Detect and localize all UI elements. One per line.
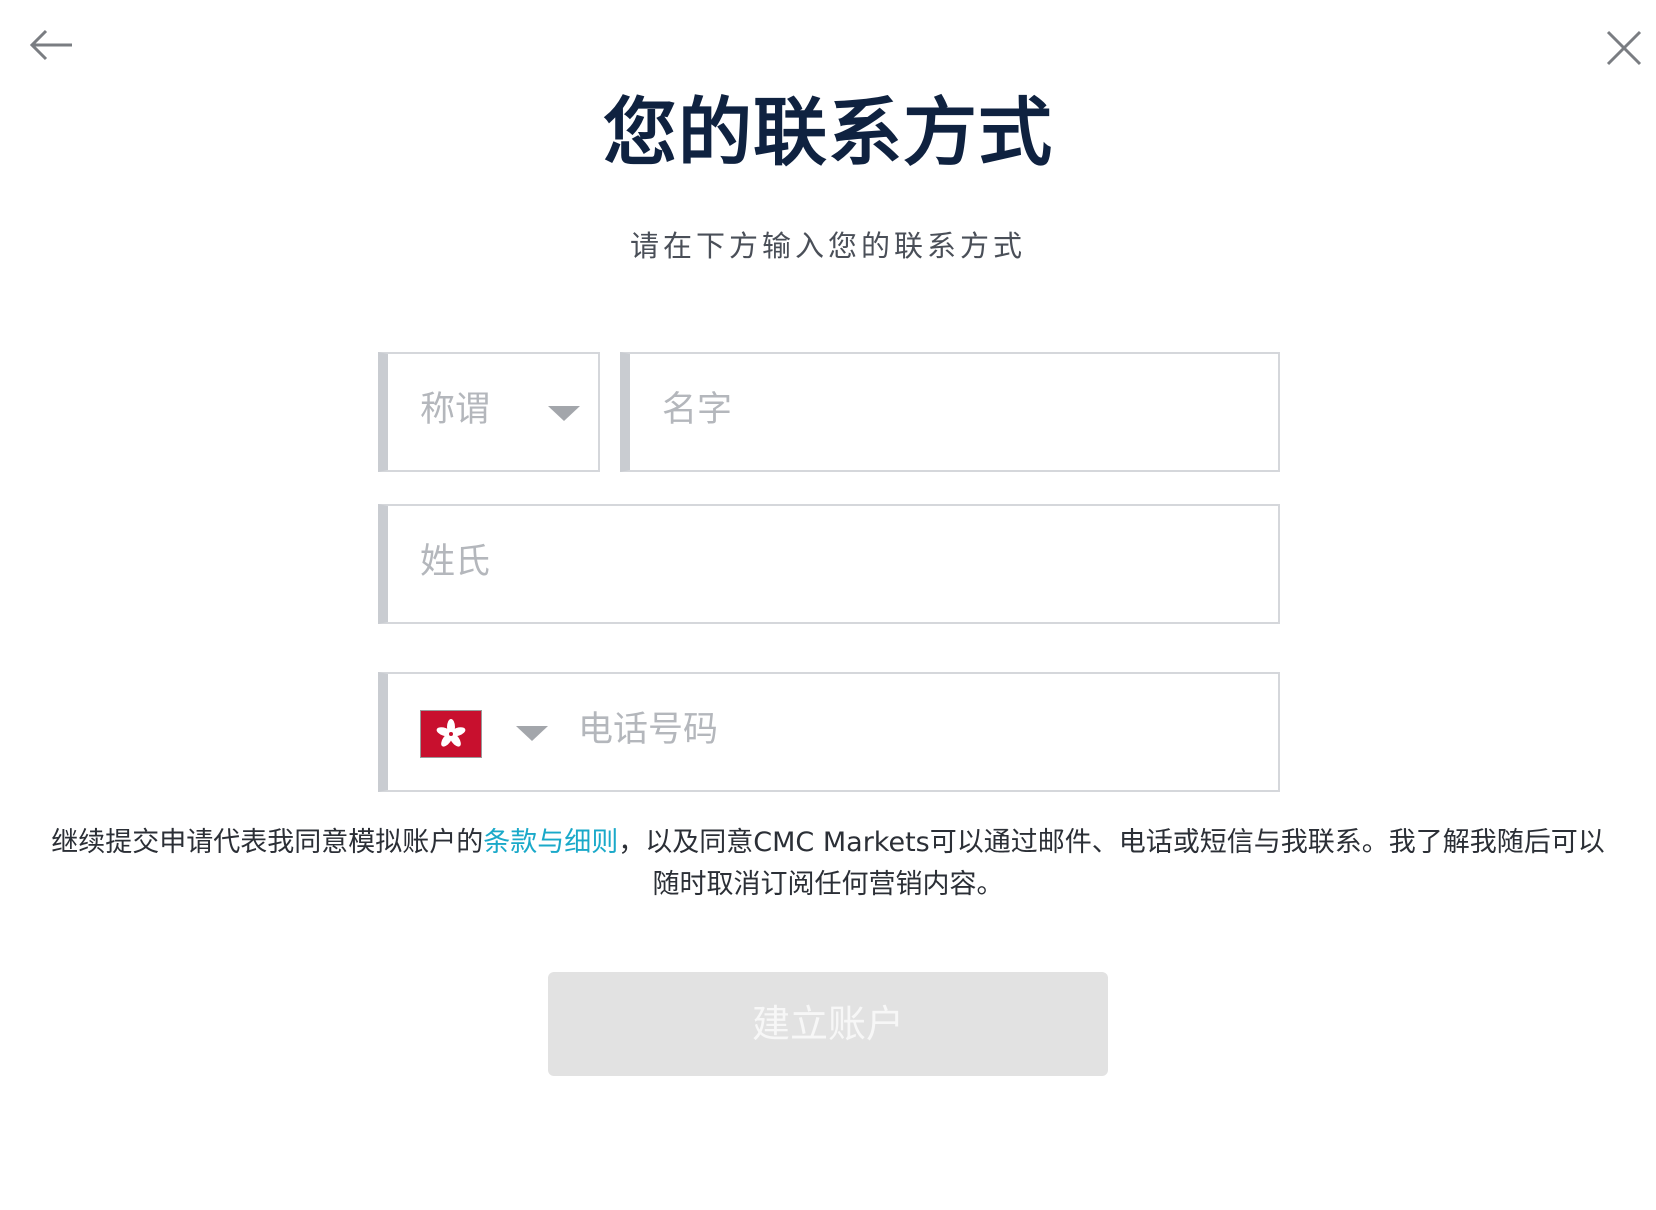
consent-prefix: 继续提交申请代表我同意模拟账户的 — [51, 827, 484, 858]
last-name-input[interactable]: 姓氏 — [378, 504, 1280, 624]
terms-link[interactable]: 条款与细则 — [483, 827, 618, 858]
close-icon — [1606, 30, 1642, 66]
consent-suffix: ，以及同意CMC Markets可以通过邮件、电话或短信与我联系。我了解我随后可… — [618, 827, 1605, 900]
chevron-down-icon — [548, 406, 580, 421]
country-code-selector[interactable] — [420, 710, 560, 760]
first-name-placeholder: 名字 — [662, 390, 733, 430]
last-name-placeholder: 姓氏 — [420, 542, 491, 582]
hong-kong-flag-icon — [420, 710, 482, 758]
phone-field: 电话号码 — [378, 672, 1280, 792]
page-title: 您的联系方式 — [603, 90, 1053, 176]
bauhinia-icon — [436, 719, 466, 747]
chevron-down-icon — [516, 726, 548, 741]
salutation-select[interactable]: 称谓 — [378, 352, 600, 472]
salutation-placeholder: 称谓 — [420, 390, 491, 430]
close-button[interactable] — [1604, 28, 1644, 68]
consent-text: 继续提交申请代表我同意模拟账户的条款与细则，以及同意CMC Markets可以通… — [40, 822, 1616, 906]
phone-placeholder[interactable]: 电话号码 — [578, 710, 718, 750]
first-name-input[interactable]: 名字 — [620, 352, 1280, 472]
arrow-left-icon — [29, 29, 72, 61]
page-subtitle: 请在下方输入您的联系方式 — [629, 229, 1026, 263]
back-button[interactable] — [28, 26, 76, 64]
create-account-button[interactable]: 建立账户 — [548, 972, 1108, 1076]
